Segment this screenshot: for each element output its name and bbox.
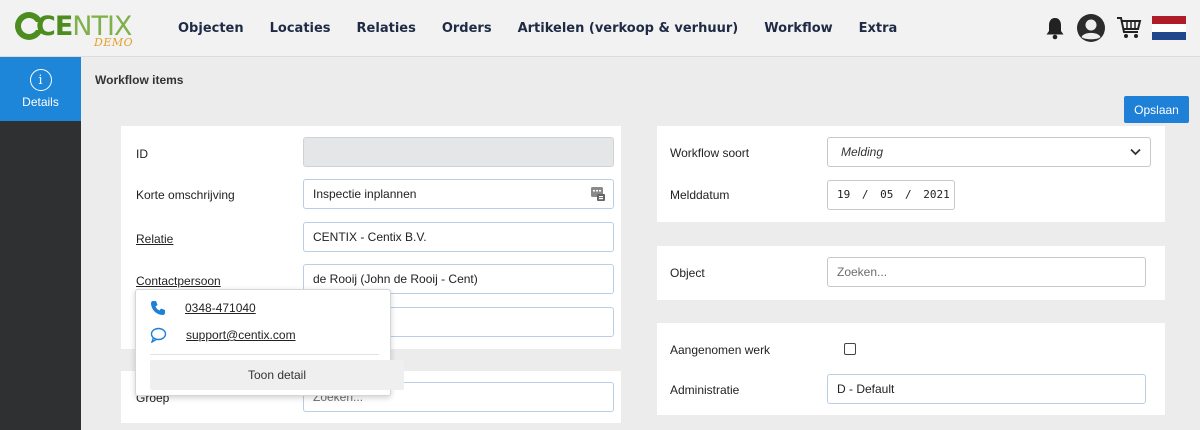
chat-icon [150,327,167,343]
form-card-administratie: Aangenomen werk Administratie D - Defaul… [657,323,1165,415]
aangenomen-werk-label: Aangenomen werk [670,343,771,357]
dutch-flag-icon[interactable] [1152,16,1186,40]
melddatum-month[interactable]: 05 [880,188,893,201]
sidebar-item-label: Details [22,95,59,109]
email-link[interactable]: support@centix.com [186,328,296,342]
administratie-field[interactable]: D - Default [827,374,1146,404]
melddatum-day[interactable]: 19 [837,188,850,201]
desc-label: Korte omschrijving [136,188,235,202]
top-icons [1034,10,1186,46]
workflow-soort-label: Workflow soort [670,146,750,160]
melddatum-field[interactable]: 19 / 05 / 2021 [827,180,955,210]
description-value: Inspectie inplannen [313,187,417,201]
object-placeholder: Zoeken... [837,265,888,279]
relatie-link[interactable]: Relatie [136,232,173,246]
page-title: Workflow items [95,73,184,87]
contactpersoon-link[interactable]: Contactpersoon [136,274,221,288]
melddatum-label: Melddatum [670,188,730,202]
nav-artikelen[interactable]: Artikelen (verkoop & verhuur) [518,21,739,36]
main-nav: Objecten Locaties Relaties Orders Artike… [178,0,923,57]
nav-objecten[interactable]: Objecten [178,21,244,36]
workflow-soort-value: Melding [841,145,884,159]
phone-icon [151,301,165,315]
save-button[interactable]: Opslaan [1124,96,1189,123]
relatie-field[interactable]: CENTIX - Centix B.V. [303,222,614,252]
main-content: Workflow items Opslaan ID Korte omschrij… [81,57,1200,430]
nav-workflow[interactable]: Workflow [764,21,832,36]
cart-icon[interactable] [1116,16,1142,40]
user-avatar-icon[interactable] [1076,13,1106,43]
popup-phone-row: 0348-471040 [150,300,256,316]
text-template-icon[interactable] [591,187,605,201]
nav-relaties[interactable]: Relaties [357,21,416,36]
nav-orders[interactable]: Orders [442,21,492,36]
aangenomen-werk-checkbox[interactable] [844,343,856,355]
logo-demo-label: DEMO [94,36,134,49]
form-card-workflow: Workflow soort Melding Melddatum 19 / 05… [657,126,1165,222]
info-icon: i [29,69,52,91]
phone-link[interactable]: 0348-471040 [185,301,256,315]
bell-icon[interactable] [1044,16,1066,40]
popup-divider [150,354,379,355]
nav-locaties[interactable]: Locaties [270,21,331,36]
object-label: Object [670,266,705,280]
top-bar: CENTIX DEMO Objecten Locaties Relaties O… [0,0,1200,57]
nav-extra[interactable]: Extra [859,21,898,36]
toon-detail-button[interactable]: Toon detail [150,360,404,390]
administratie-label: Administratie [670,383,740,397]
object-search-input[interactable]: Zoeken... [827,257,1146,287]
chevron-down-icon [1130,148,1141,156]
centix-logo[interactable]: CENTIX DEMO [14,5,144,51]
id-field [303,137,614,167]
contact-popup: 0348-471040 support@centix.com Toon deta… [135,289,404,396]
sidebar-item-details[interactable]: i Details [0,57,81,121]
sidebar: i Details [0,57,81,430]
form-card-object: Object Zoeken... [657,246,1165,300]
popup-email-row: support@centix.com [150,327,296,343]
description-field[interactable]: Inspectie inplannen [303,179,614,209]
melddatum-year[interactable]: 2021 [923,188,950,201]
id-label: ID [136,147,148,161]
workflow-soort-select[interactable]: Melding [827,137,1151,167]
